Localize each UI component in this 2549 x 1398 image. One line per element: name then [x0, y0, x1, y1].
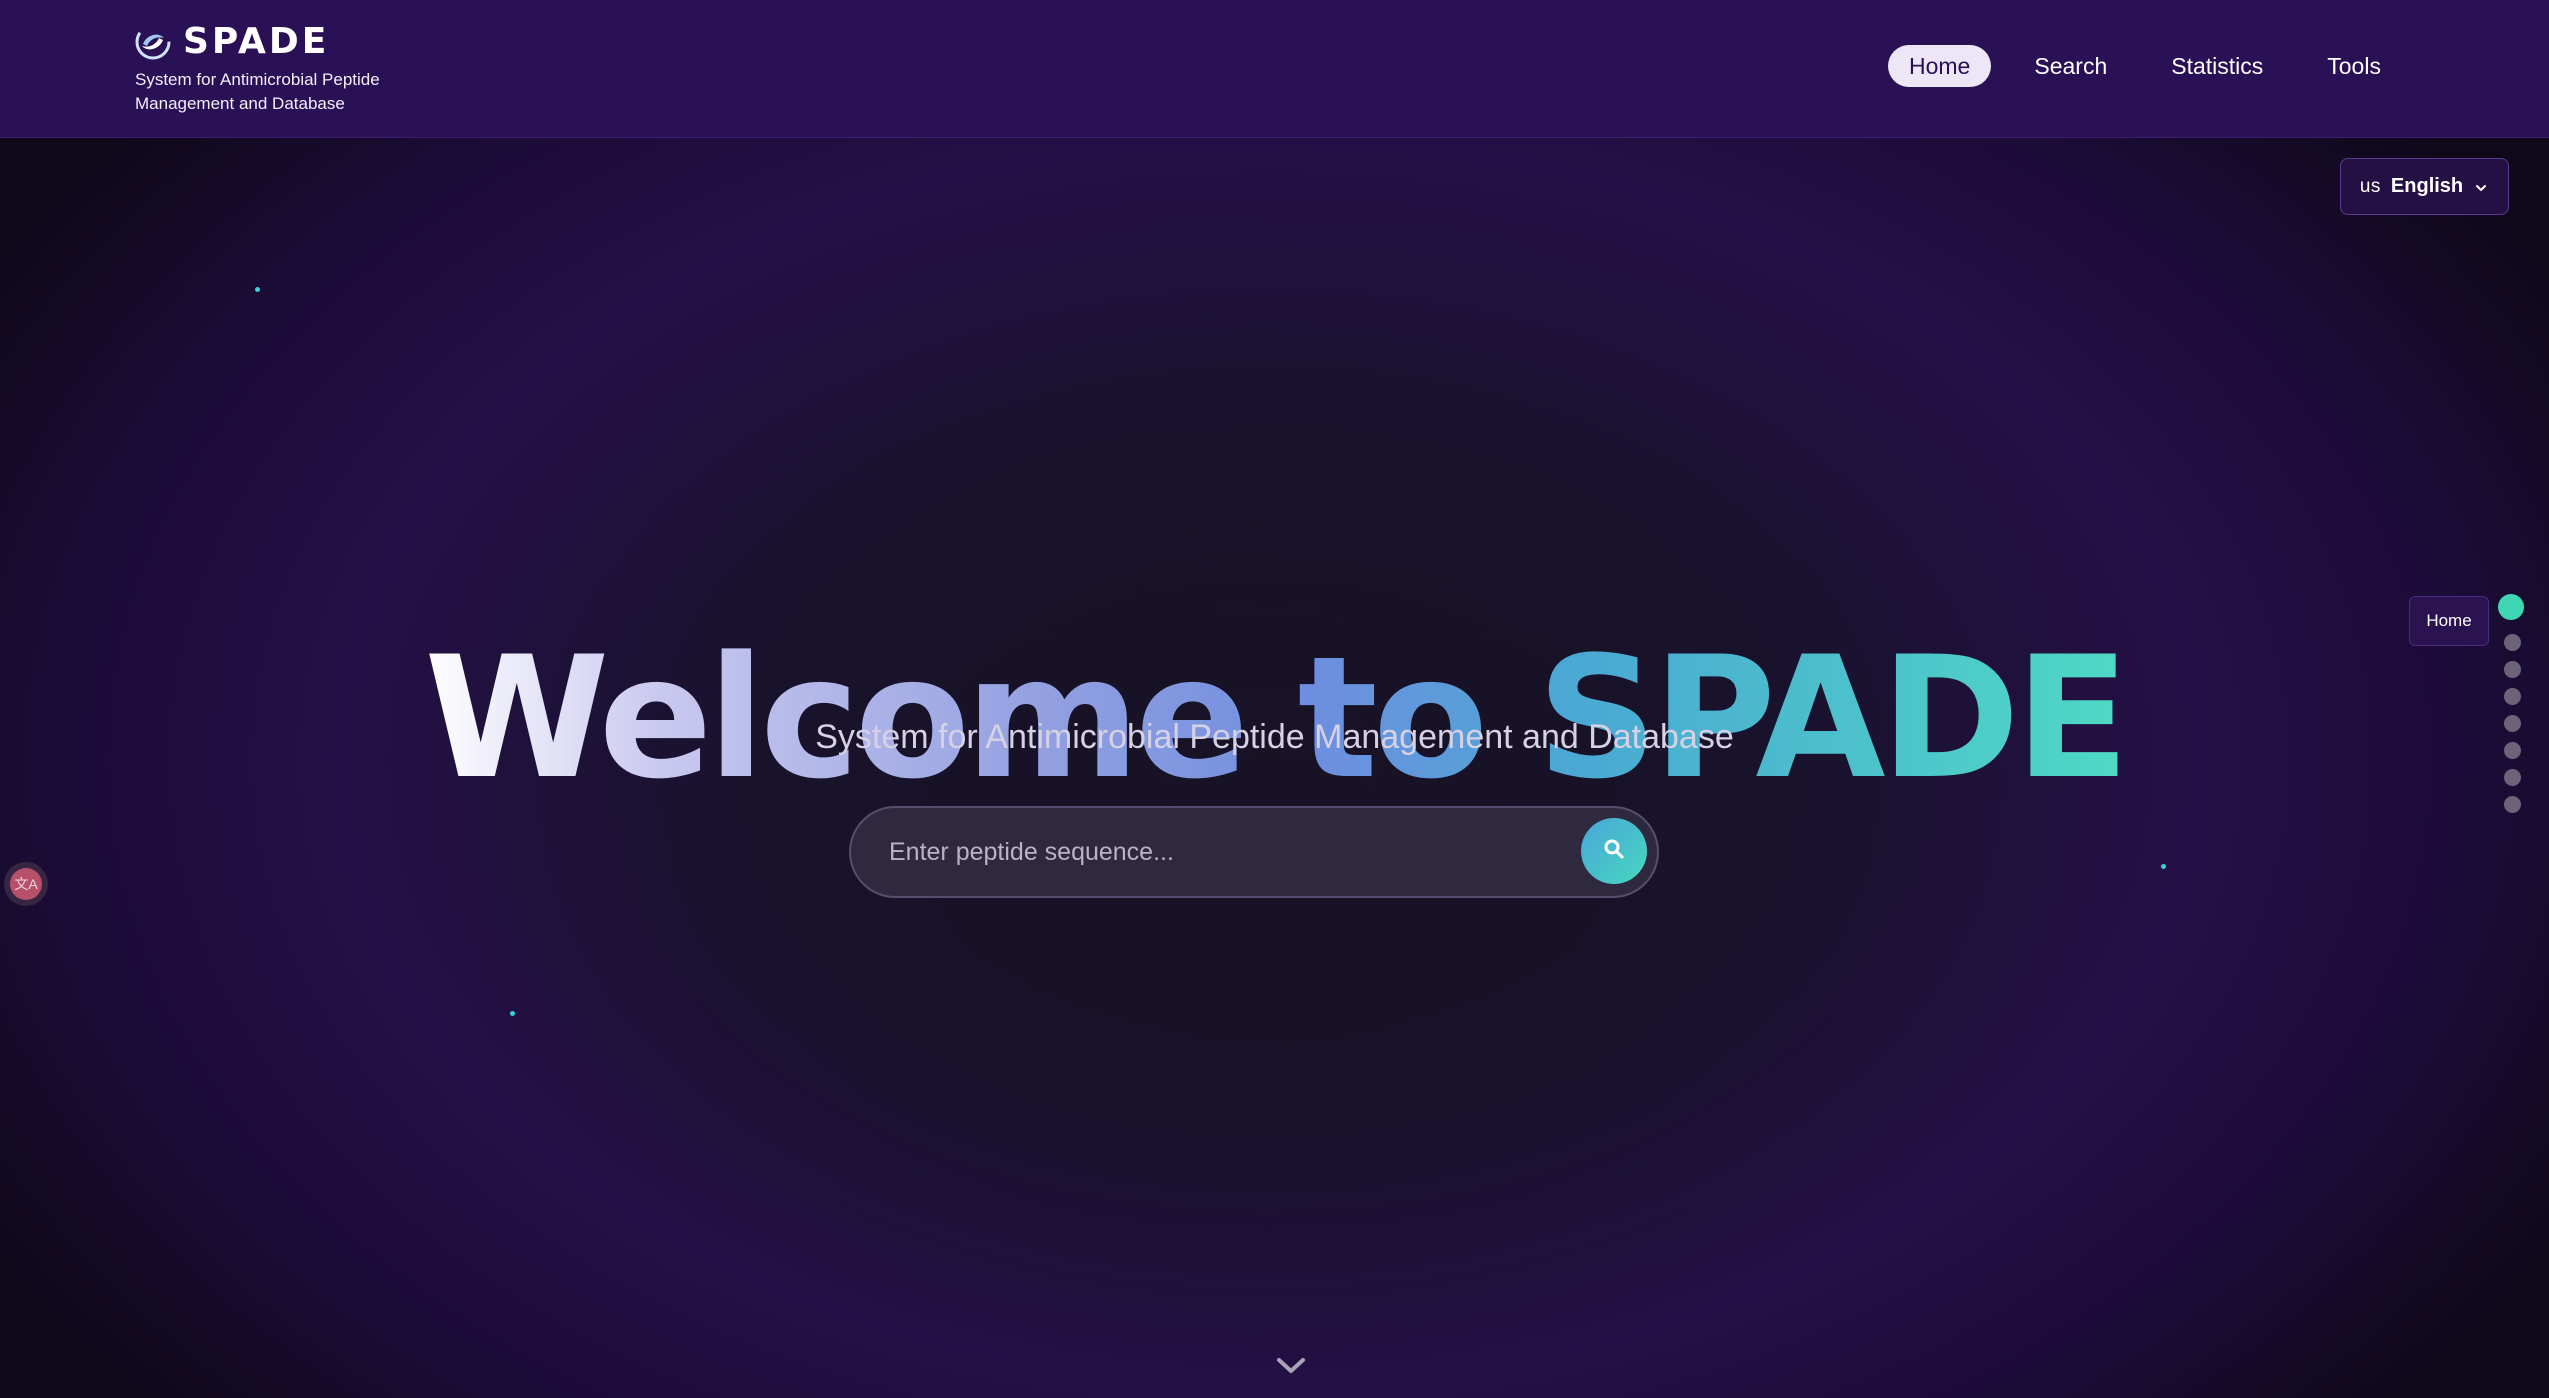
section-dot[interactable] — [2504, 634, 2521, 651]
scroll-down-chevron-icon[interactable] — [1274, 1352, 1308, 1378]
section-tooltip: Home — [2409, 596, 2489, 646]
brand-name: SPADE — [183, 21, 330, 62]
search-button[interactable] — [1581, 818, 1647, 884]
language-selector[interactable]: us English — [2340, 158, 2509, 215]
section-dot[interactable] — [2504, 715, 2521, 732]
section-dot[interactable] — [2504, 742, 2521, 759]
nav-home[interactable]: Home — [1888, 45, 1992, 87]
spade-logo-icon — [135, 24, 171, 60]
section-dot[interactable] — [2504, 688, 2521, 705]
top-header: SPADE System for Antimicrobial Peptide M… — [0, 0, 2549, 138]
nav-statistics[interactable]: Statistics — [2150, 45, 2284, 87]
nav-search[interactable]: Search — [2013, 45, 2128, 87]
chevron-down-icon — [2473, 179, 2489, 195]
nav-tools[interactable]: Tools — [2306, 45, 2402, 87]
brand[interactable]: SPADE System for Antimicrobial Peptide M… — [135, 22, 435, 116]
decorative-particle — [255, 287, 260, 292]
brand-tagline: System for Antimicrobial Peptide Managem… — [135, 70, 380, 113]
translate-icon: 文A — [10, 868, 42, 900]
peptide-search-box — [849, 806, 1659, 898]
us-flag-icon: us — [2359, 175, 2381, 197]
section-dot[interactable] — [2504, 661, 2521, 678]
language-label: English — [2390, 175, 2464, 197]
search-icon — [1602, 837, 1626, 866]
hero-subtitle: System for Antimicrobial Peptide Managem… — [815, 718, 1734, 756]
section-dot[interactable] — [2504, 796, 2521, 813]
section-dot[interactable] — [2504, 769, 2521, 786]
peptide-search-input[interactable] — [887, 808, 1547, 896]
section-dot-home[interactable] — [2498, 594, 2524, 620]
decorative-particle — [510, 1011, 515, 1016]
decorative-particle — [2161, 864, 2166, 869]
translate-button[interactable]: 文A — [4, 862, 48, 906]
page: SPADE System for Antimicrobial Peptide M… — [0, 0, 2549, 1398]
main-nav: Home Search Statistics Tools — [1888, 44, 2549, 88]
